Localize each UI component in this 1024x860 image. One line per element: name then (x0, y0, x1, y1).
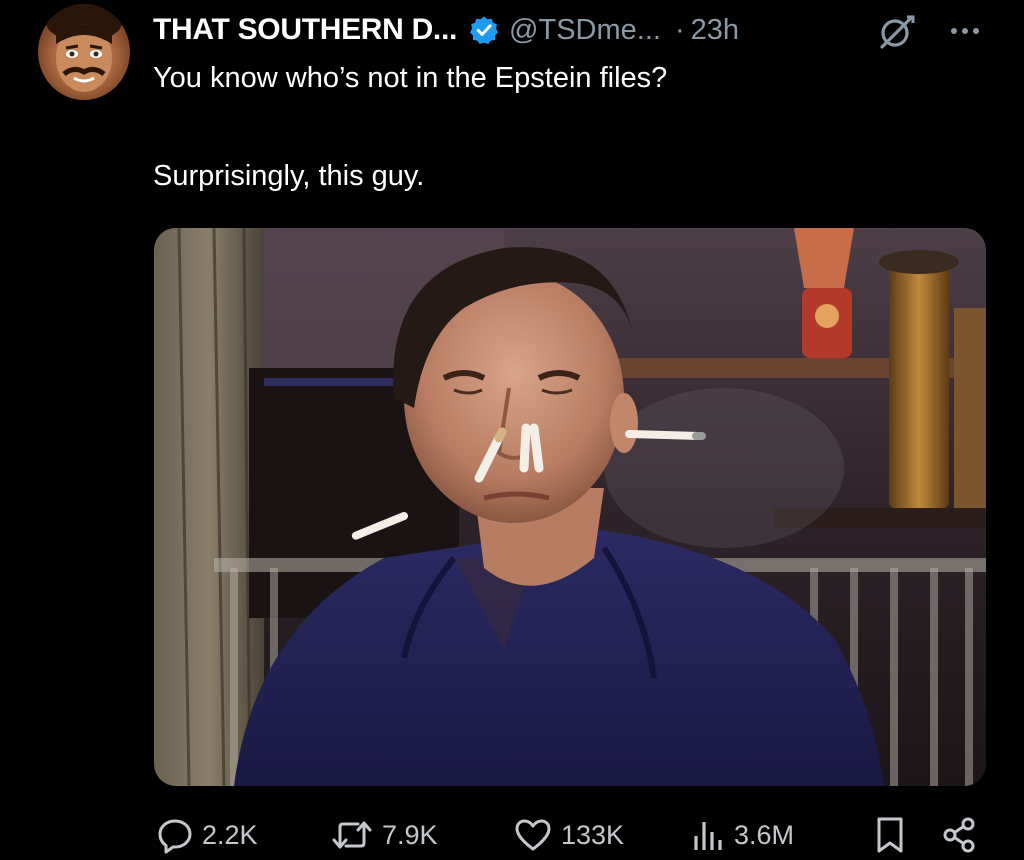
avatar-face-image (46, 4, 122, 92)
reply-count: 2.2K (202, 819, 258, 850)
post-action-bar: 2.2K 7.9K 133K 3.6M (0, 810, 1024, 860)
more-options-icon[interactable] (945, 16, 985, 46)
post-text-line-2: Surprisingly, this guy. (153, 160, 425, 192)
bookmark-icon (877, 817, 903, 853)
share-icon (943, 817, 975, 853)
views-count: 3.6M (734, 819, 795, 850)
views-button[interactable]: 3.6M (690, 810, 794, 860)
author-avatar[interactable] (38, 4, 130, 100)
post-timestamp[interactable]: 23h (691, 14, 739, 47)
share-button[interactable] (940, 810, 980, 860)
author-display-name[interactable]: THAT SOUTHERN D... (153, 13, 457, 47)
reply-icon (158, 819, 192, 854)
post-header: THAT SOUTHERN D... @TSDme... · 23h (153, 8, 739, 52)
views-icon (694, 822, 722, 850)
bookmark-button[interactable] (872, 810, 908, 860)
photo-man-smoking-cigarettes (154, 228, 986, 786)
like-count: 133K (561, 819, 625, 850)
grok-icon[interactable] (876, 12, 918, 52)
verified-badge-icon (470, 16, 499, 44)
post-media-photo[interactable] (154, 228, 986, 786)
author-handle[interactable]: @TSDme... (509, 14, 661, 47)
repost-count: 7.9K (382, 819, 438, 850)
reply-button[interactable]: 2.2K (156, 810, 258, 860)
separator-dot: · (674, 13, 685, 46)
like-button[interactable]: 133K (513, 810, 624, 860)
heart-icon (515, 819, 551, 851)
repost-icon (332, 821, 372, 849)
repost-button[interactable]: 7.9K (330, 810, 438, 860)
post-text-line-1: You know who’s not in the Epstein files? (153, 62, 668, 94)
